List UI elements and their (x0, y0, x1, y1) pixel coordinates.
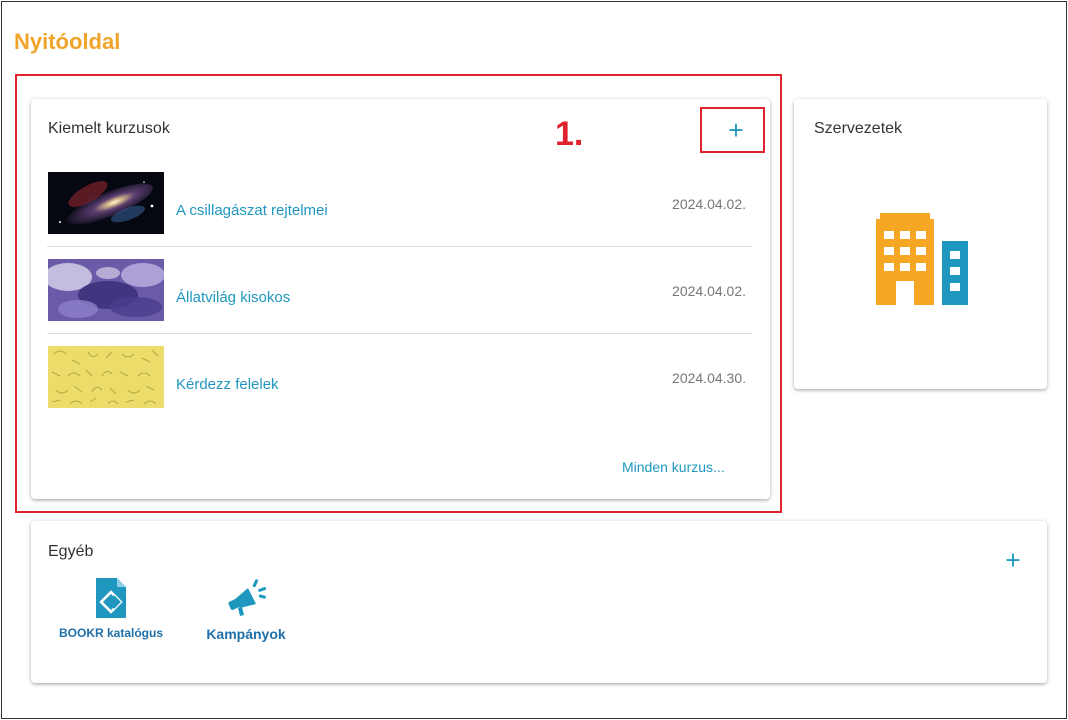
campaigns-item[interactable]: Kampányok (194, 578, 298, 642)
document-icon (96, 578, 126, 618)
building-icon (872, 213, 972, 305)
megaphone-icon (226, 578, 267, 618)
bookr-catalog-item[interactable]: BOOKR katalógus (46, 578, 176, 640)
add-other-button[interactable]: + (999, 547, 1027, 573)
bookr-catalog-label[interactable]: BOOKR katalógus (46, 626, 176, 640)
campaigns-label[interactable]: Kampányok (194, 626, 298, 642)
organizations-title: Szervezetek (814, 120, 903, 137)
other-card (31, 521, 1047, 683)
page-title: Nyitóoldal (14, 29, 121, 54)
featured-highlight (15, 74, 782, 513)
other-title: Egyéb (48, 543, 94, 560)
